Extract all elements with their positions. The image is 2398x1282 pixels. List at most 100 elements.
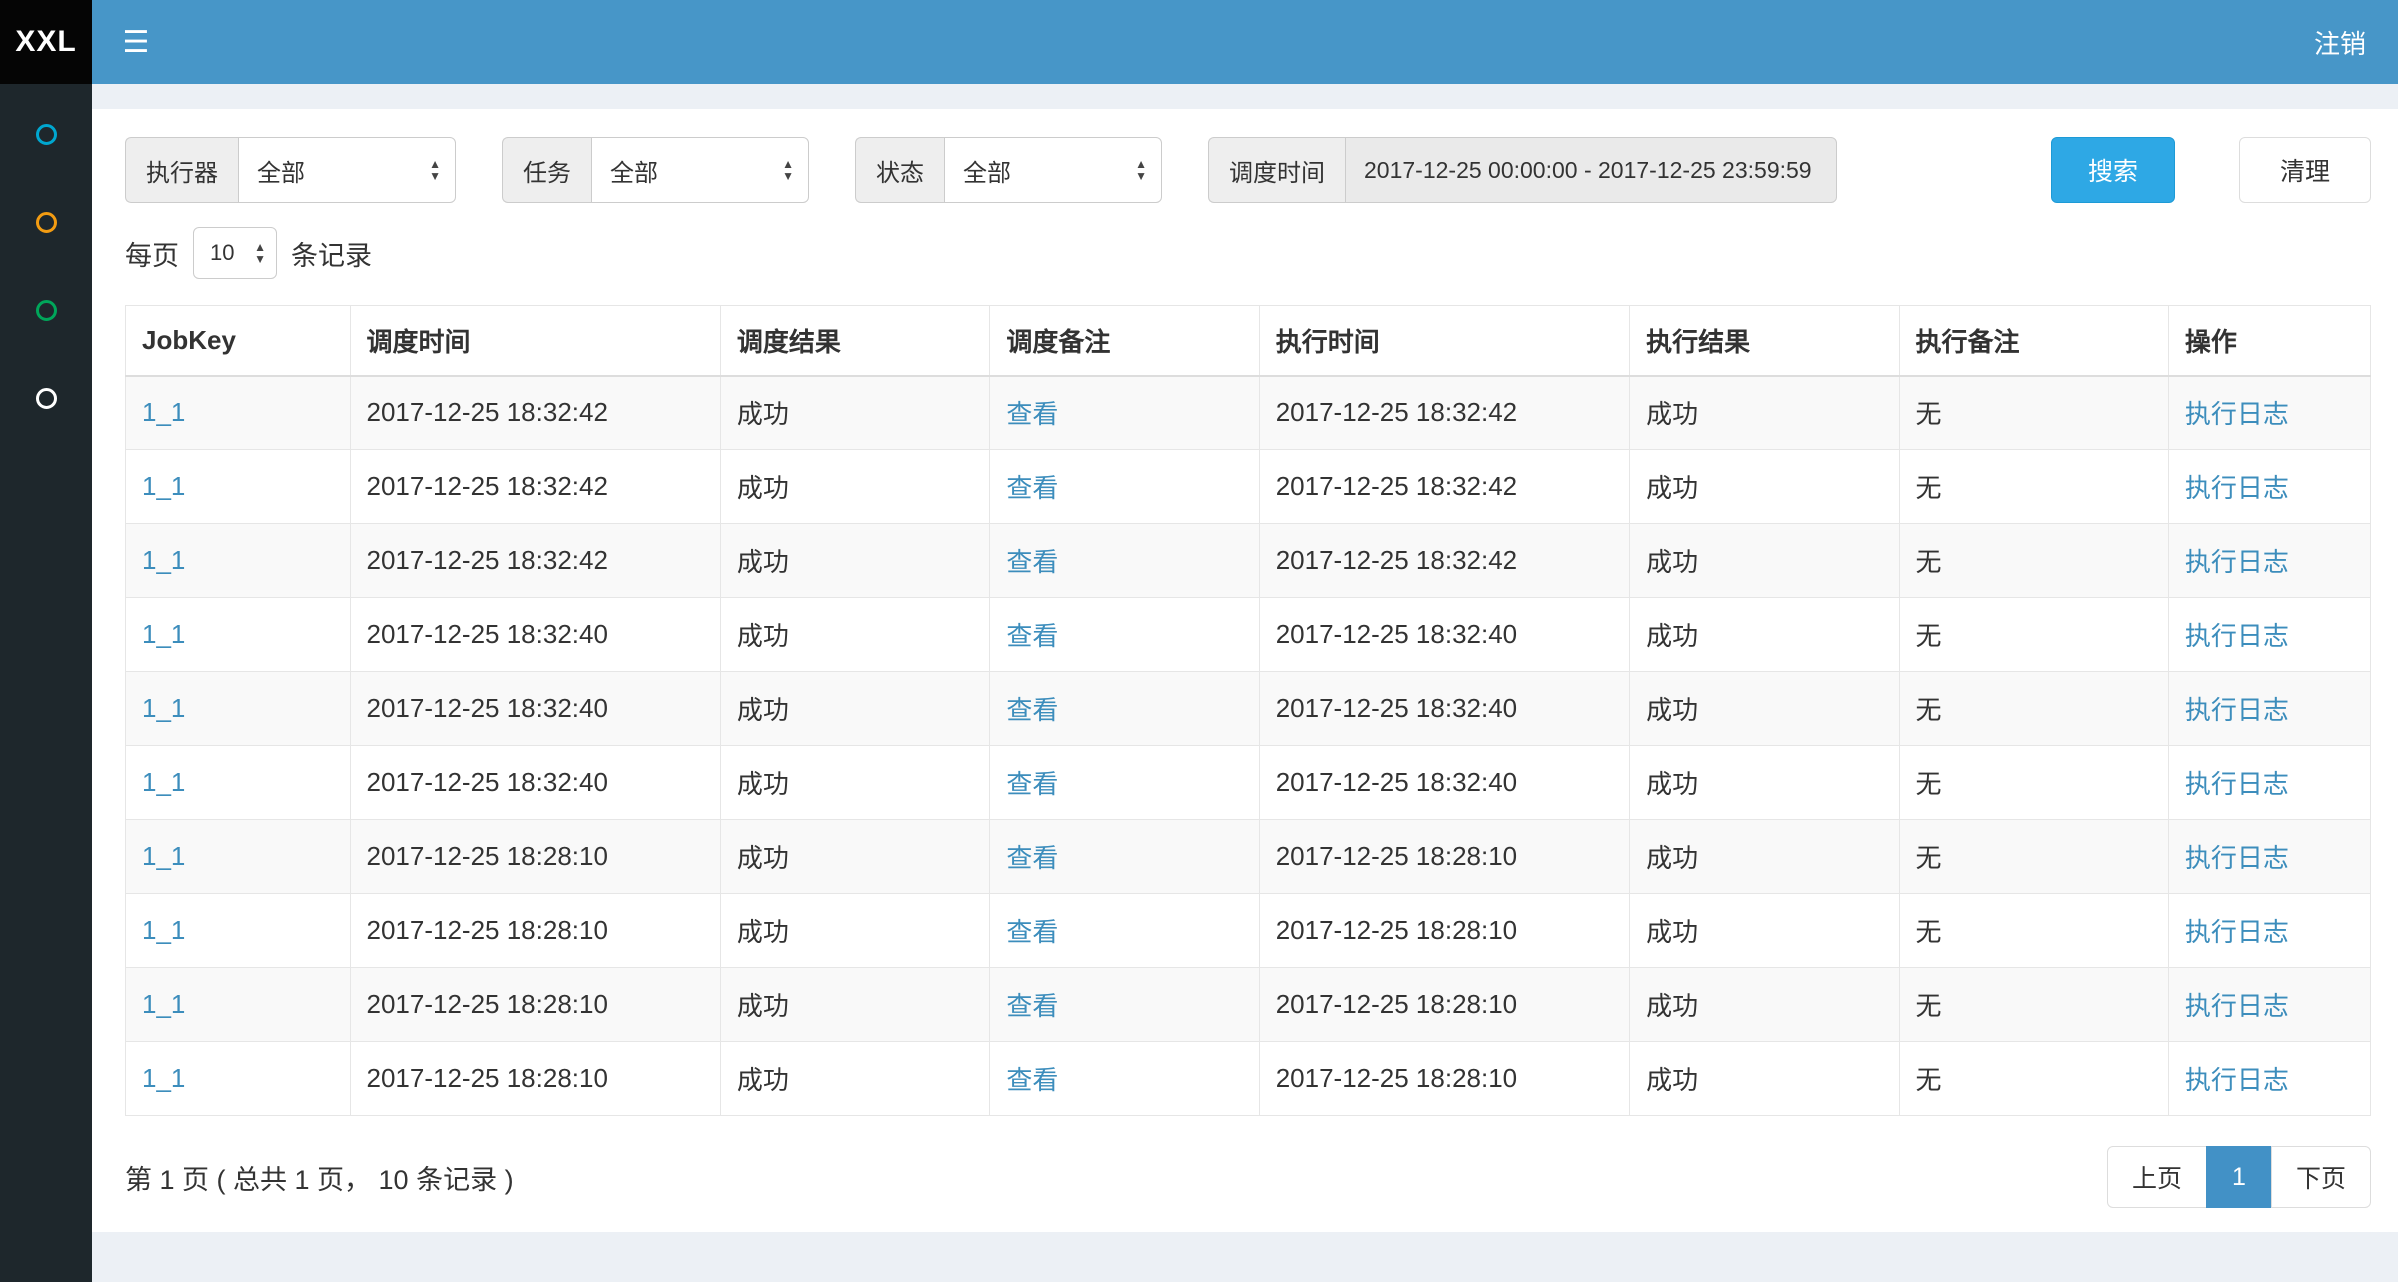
table-row: 1_1 2017-12-25 18:32:40 成功 查看 2017-12-25…: [126, 672, 2371, 746]
column-header-2: 调度时间: [350, 306, 720, 376]
trigger-msg-link[interactable]: 查看: [1006, 695, 1058, 725]
exec-log-link[interactable]: 执行日志: [2185, 695, 2289, 725]
sidebar-item-3[interactable]: [0, 266, 92, 354]
handle-time-cell: 2017-12-25 18:28:10: [1259, 820, 1629, 894]
current-page-button[interactable]: 1: [2206, 1146, 2272, 1208]
exec-log-link[interactable]: 执行日志: [2185, 917, 2289, 947]
sidebar-toggle-button[interactable]: [92, 0, 180, 84]
action-cell: 执行日志: [2168, 1042, 2370, 1116]
page-size-select[interactable]: 10: [193, 227, 277, 279]
handle-msg-cell: 无: [1899, 820, 2168, 894]
jobkey-cell: 1_1: [126, 376, 351, 450]
handle-msg-cell: 无: [1899, 450, 2168, 524]
trigger-result-cell: 成功: [720, 598, 989, 672]
handle-msg-cell: 无: [1899, 894, 2168, 968]
handle-result-cell: 成功: [1630, 894, 1899, 968]
exec-log-link[interactable]: 执行日志: [2185, 843, 2289, 873]
jobkey-link[interactable]: 1_1: [142, 397, 185, 427]
sidebar: [0, 84, 92, 1282]
hamburger-icon: [123, 25, 150, 60]
prev-page-button[interactable]: 上页: [2107, 1146, 2207, 1208]
jobkey-link[interactable]: 1_1: [142, 471, 185, 501]
column-header-6: 执行结果: [1630, 306, 1899, 376]
column-header-3: 调度结果: [720, 306, 989, 376]
trigger-msg-link[interactable]: 查看: [1006, 473, 1058, 503]
handle-time-cell: 2017-12-25 18:28:10: [1259, 968, 1629, 1042]
jobkey-link[interactable]: 1_1: [142, 915, 185, 945]
action-cell: 执行日志: [2168, 524, 2370, 598]
circle-outline-icon: [36, 212, 57, 233]
executor-select[interactable]: 全部: [238, 137, 456, 203]
jobkey-link[interactable]: 1_1: [142, 841, 185, 871]
trigger-result-cell: 成功: [720, 1042, 989, 1116]
trigger-msg-link[interactable]: 查看: [1006, 917, 1058, 947]
trigger-result-cell: 成功: [720, 968, 989, 1042]
status-select[interactable]: 全部: [944, 137, 1162, 203]
handle-time-cell: 2017-12-25 18:32:40: [1259, 598, 1629, 672]
trigger-msg-link[interactable]: 查看: [1006, 843, 1058, 873]
trigger-msg-link[interactable]: 查看: [1006, 769, 1058, 799]
status-filter-label: 状态: [855, 137, 944, 203]
jobkey-cell: 1_1: [126, 746, 351, 820]
jobkey-cell: 1_1: [126, 820, 351, 894]
handle-time-cell: 2017-12-25 18:32:42: [1259, 524, 1629, 598]
handle-msg-cell: 无: [1899, 672, 2168, 746]
select-arrows-icon: [429, 158, 441, 182]
trigger-msg-link[interactable]: 查看: [1006, 991, 1058, 1021]
table-header-row: JobKey调度时间调度结果调度备注执行时间执行结果执行备注操作: [126, 306, 2371, 376]
clear-button[interactable]: 清理: [2239, 137, 2371, 203]
select-arrows-icon: [1135, 158, 1147, 182]
jobkey-link[interactable]: 1_1: [142, 619, 185, 649]
exec-log-link[interactable]: 执行日志: [2185, 473, 2289, 503]
handle-result-cell: 成功: [1630, 598, 1899, 672]
table-footer: 第 1 页 ( 总共 1 页， 10 条记录 ) 上页 1 下页: [125, 1146, 2371, 1208]
exec-log-link[interactable]: 执行日志: [2185, 769, 2289, 799]
trigger-result-cell: 成功: [720, 746, 989, 820]
logout-link[interactable]: 注销: [2282, 0, 2398, 84]
pagination-summary: 第 1 页 ( 总共 1 页， 10 条记录 ): [125, 1158, 514, 1197]
exec-log-link[interactable]: 执行日志: [2185, 1065, 2289, 1095]
jobkey-link[interactable]: 1_1: [142, 545, 185, 575]
trigger-result-cell: 成功: [720, 524, 989, 598]
status-select-value: 全部: [963, 153, 1011, 188]
handle-result-cell: 成功: [1630, 672, 1899, 746]
top-navbar: XXL 注销: [0, 0, 2398, 84]
trigger-time-cell: 2017-12-25 18:32:42: [350, 450, 720, 524]
search-button[interactable]: 搜索: [2051, 137, 2175, 203]
sidebar-item-4[interactable]: [0, 354, 92, 442]
trigger-result-cell: 成功: [720, 450, 989, 524]
trigger-msg-link[interactable]: 查看: [1006, 621, 1058, 651]
handle-msg-cell: 无: [1899, 376, 2168, 450]
trigger-msg-cell: 查看: [990, 1042, 1259, 1116]
sidebar-item-1[interactable]: [0, 90, 92, 178]
trigger-result-cell: 成功: [720, 672, 989, 746]
table-row: 1_1 2017-12-25 18:32:42 成功 查看 2017-12-25…: [126, 524, 2371, 598]
jobkey-link[interactable]: 1_1: [142, 693, 185, 723]
handle-result-cell: 成功: [1630, 968, 1899, 1042]
table-row: 1_1 2017-12-25 18:32:40 成功 查看 2017-12-25…: [126, 746, 2371, 820]
trigger-msg-link[interactable]: 查看: [1006, 547, 1058, 577]
sidebar-item-2[interactable]: [0, 178, 92, 266]
handle-time-cell: 2017-12-25 18:32:42: [1259, 376, 1629, 450]
jobkey-link[interactable]: 1_1: [142, 1063, 185, 1093]
schedule-time-input[interactable]: [1345, 137, 1837, 203]
next-page-button[interactable]: 下页: [2271, 1146, 2371, 1208]
exec-log-link[interactable]: 执行日志: [2185, 621, 2289, 651]
page-size-suffix: 条记录: [291, 234, 372, 273]
exec-log-link[interactable]: 执行日志: [2185, 991, 2289, 1021]
jobkey-link[interactable]: 1_1: [142, 989, 185, 1019]
trigger-msg-link[interactable]: 查看: [1006, 1065, 1058, 1095]
handle-result-cell: 成功: [1630, 376, 1899, 450]
jobkey-cell: 1_1: [126, 1042, 351, 1116]
exec-log-link[interactable]: 执行日志: [2185, 547, 2289, 577]
jobkey-link[interactable]: 1_1: [142, 767, 185, 797]
trigger-msg-cell: 查看: [990, 598, 1259, 672]
executor-select-value: 全部: [257, 153, 305, 188]
trigger-msg-link[interactable]: 查看: [1006, 399, 1058, 429]
app-logo[interactable]: XXL: [0, 0, 92, 84]
exec-log-link[interactable]: 执行日志: [2185, 399, 2289, 429]
job-select[interactable]: 全部: [591, 137, 809, 203]
table-row: 1_1 2017-12-25 18:32:42 成功 查看 2017-12-25…: [126, 450, 2371, 524]
trigger-msg-cell: 查看: [990, 450, 1259, 524]
time-filter-label: 调度时间: [1208, 137, 1345, 203]
